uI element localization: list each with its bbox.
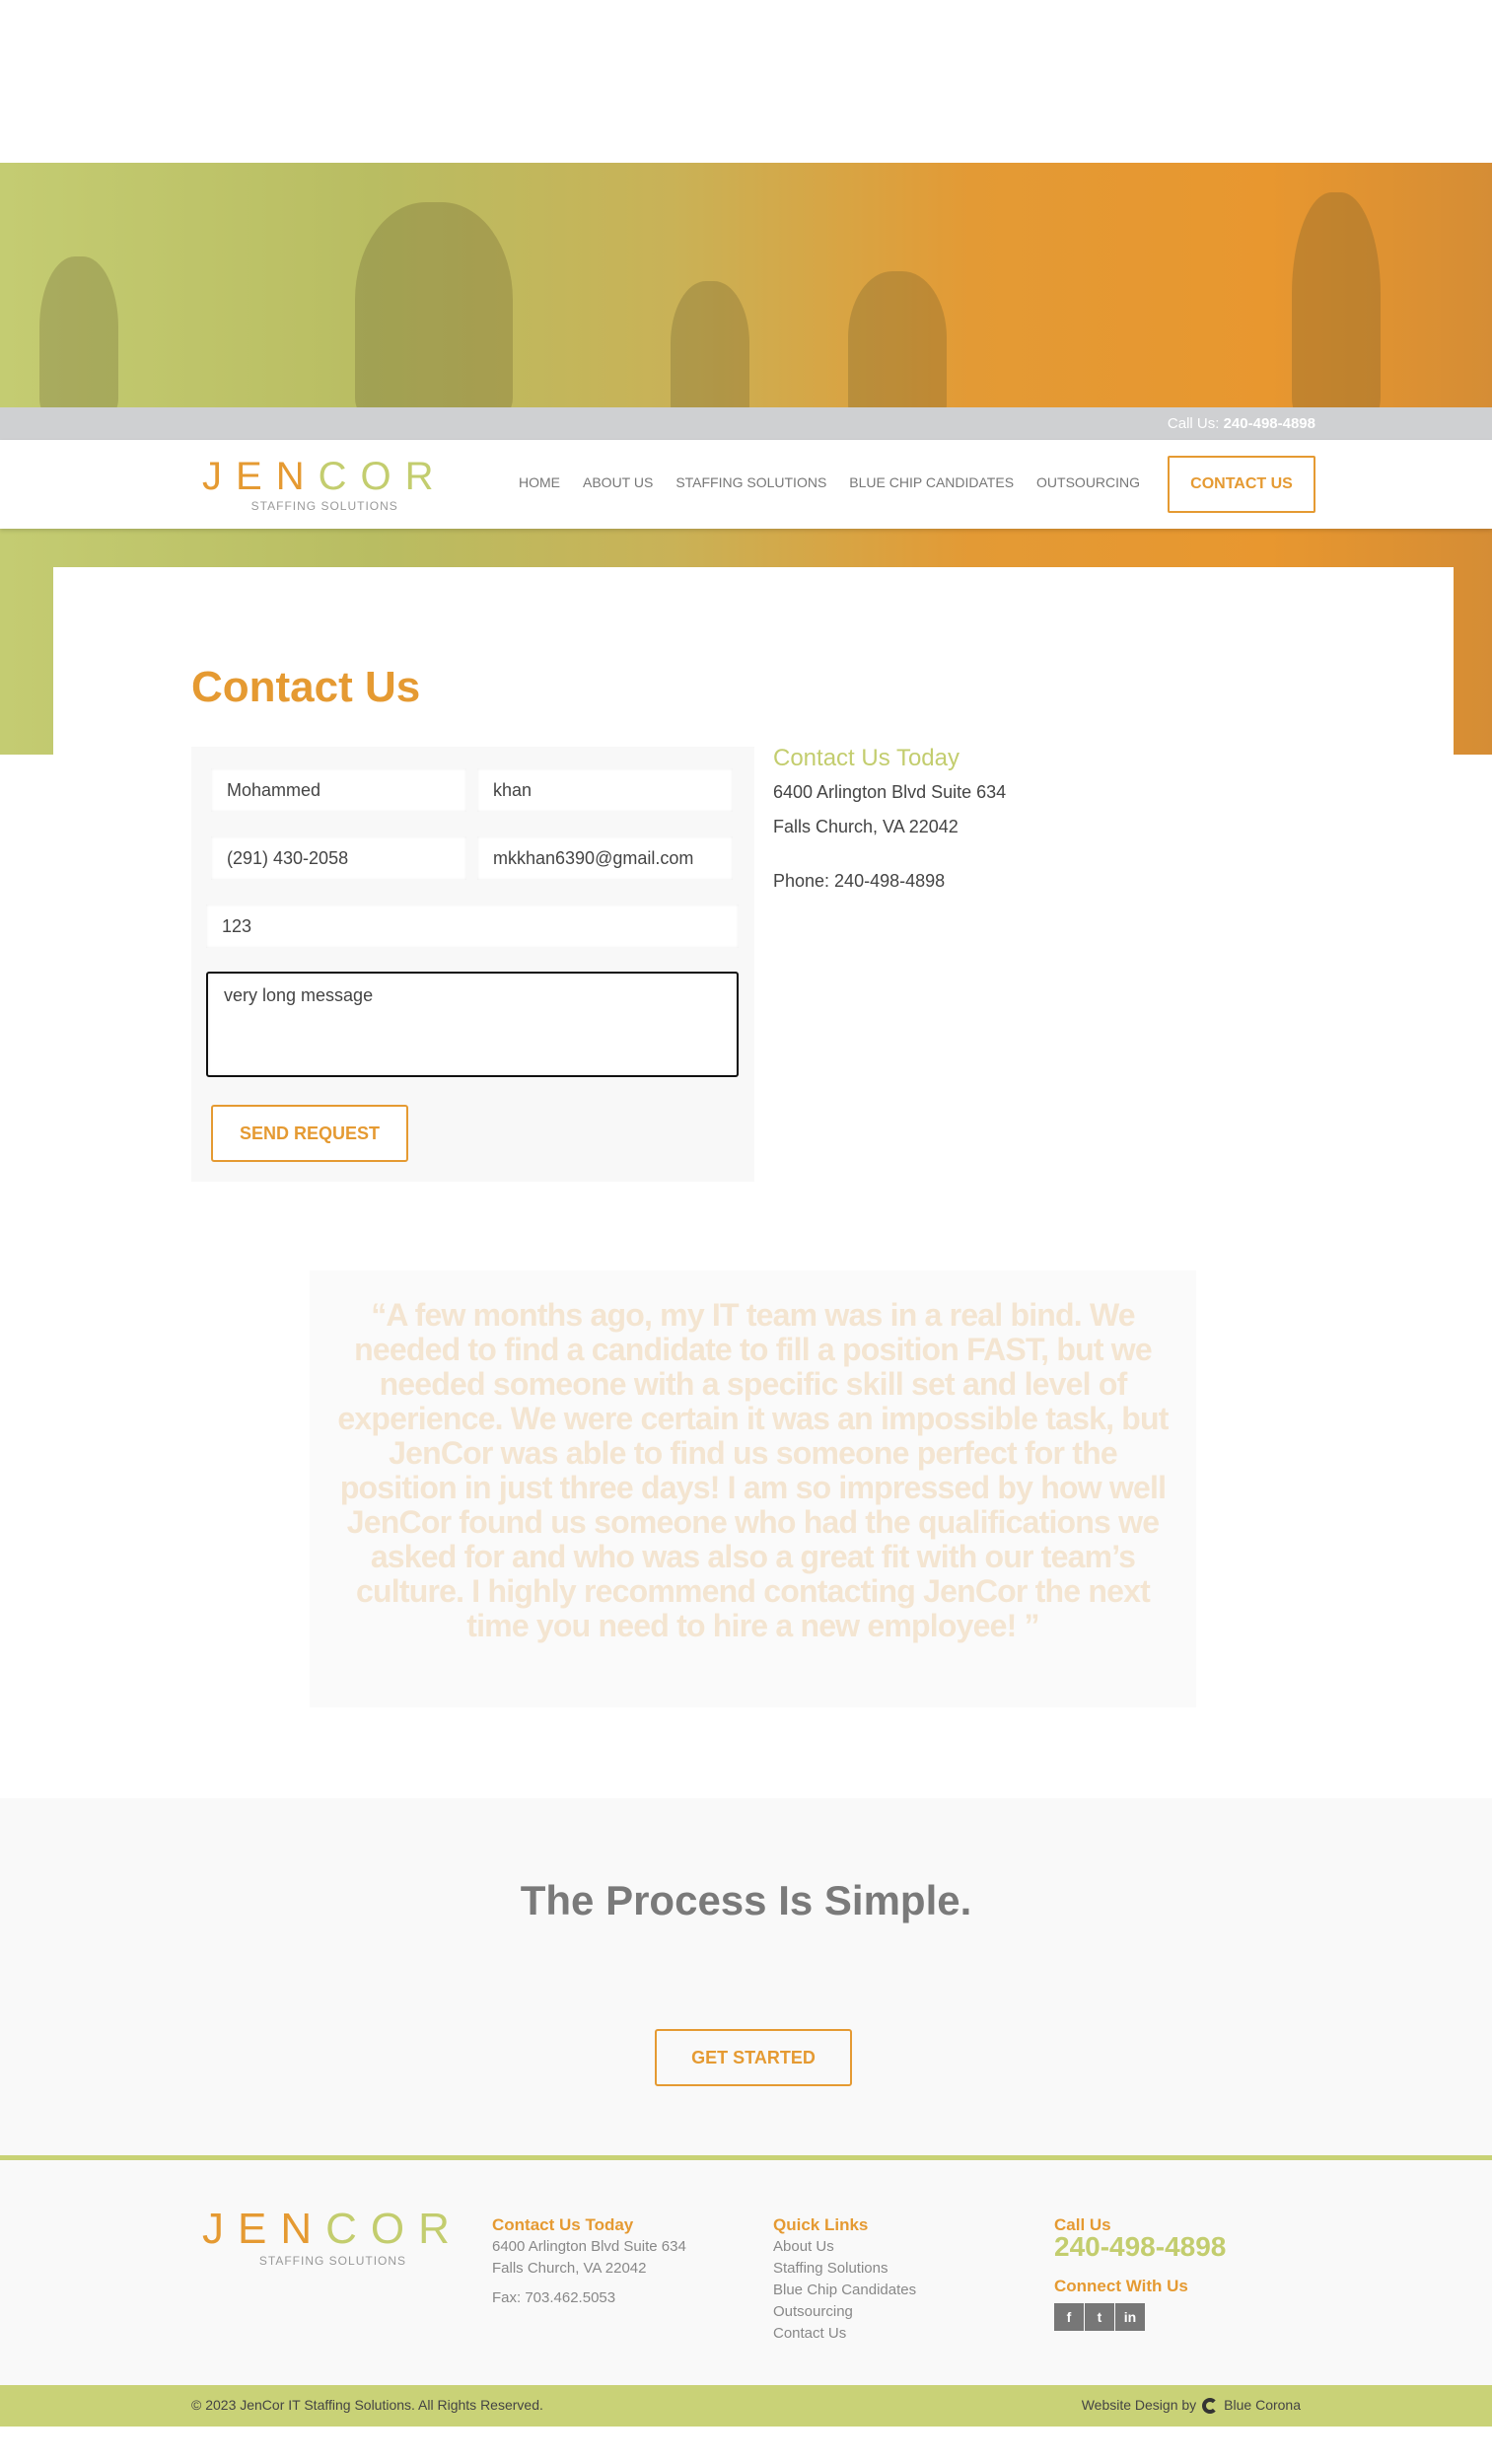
nav-about-us[interactable]: ABOUT US: [583, 474, 653, 490]
nav-contact-us-button[interactable]: CONTACT US: [1168, 456, 1315, 513]
footer-phone[interactable]: 240-498-4898: [1054, 2233, 1226, 2261]
facebook-icon[interactable]: f: [1054, 2303, 1084, 2331]
copyright: © 2023 JenCor IT Staffing Solutions. All…: [191, 2397, 543, 2413]
address-line-1: 6400 Arlington Blvd Suite 634: [773, 782, 1007, 802]
footer-link-blue-chip-candidates[interactable]: Blue Chip Candidates: [773, 2280, 916, 2301]
footer-link-about-us[interactable]: About Us: [773, 2236, 916, 2258]
blue-corona-logo-icon: [1202, 2398, 1219, 2415]
send-request-button[interactable]: SEND REQUEST: [211, 1105, 408, 1162]
process-section: The Process Is Simple. GET STARTED: [0, 1798, 1492, 2155]
design-credit[interactable]: Website Design by Blue Corona: [1082, 2397, 1301, 2415]
page-title: Contact Us: [191, 663, 421, 711]
top-bar: Call Us: 240-498-4898: [0, 407, 1492, 440]
message-textarea[interactable]: very long message: [206, 972, 739, 1077]
footer-address-2: Falls Church, VA 22042: [492, 2260, 647, 2277]
footer-logo[interactable]: JENCOR STAFFING SOLUTIONS: [202, 2205, 463, 2268]
contact-info-title: Contact Us Today: [773, 745, 959, 771]
company-input[interactable]: 123: [206, 905, 739, 948]
top-phone[interactable]: 240-498-4898: [1224, 415, 1315, 432]
contact-info: Contact Us Today 6400 Arlington Blvd Sui…: [773, 742, 1006, 899]
last-name-input[interactable]: khan: [477, 768, 733, 812]
testimonial: “A few months ago, my IT team was in a r…: [310, 1270, 1196, 1707]
nav-outsourcing[interactable]: OUTSOURCING: [1036, 474, 1140, 490]
nav-blue-chip-candidates[interactable]: BLUE CHIP CANDIDATES: [849, 474, 1014, 490]
footer-fax: Fax: 703.462.5053: [492, 2289, 616, 2306]
call-label: Call Us:: [1167, 415, 1220, 432]
process-title: The Process Is Simple.: [520, 1877, 972, 1923]
get-started-button[interactable]: GET STARTED: [655, 2029, 852, 2086]
logo[interactable]: JENCOR STAFFING SOLUTIONS: [202, 455, 447, 513]
footer-link-outsourcing[interactable]: Outsourcing: [773, 2301, 916, 2323]
connect-title: Connect With Us: [1054, 2277, 1188, 2295]
phone-input[interactable]: (291) 430-2058: [211, 836, 466, 880]
contact-phone: Phone: 240-498-4898: [773, 871, 946, 891]
email-input[interactable]: mkkhan6390@gmail.com: [477, 836, 733, 880]
nav-home[interactable]: HOME: [519, 474, 560, 490]
bottom-bar: © 2023 JenCor IT Staffing Solutions. All…: [0, 2385, 1492, 2427]
quick-links-title: Quick Links: [773, 2215, 869, 2234]
twitter-icon[interactable]: t: [1085, 2303, 1114, 2331]
footer-address-1: 6400 Arlington Blvd Suite 634: [492, 2238, 686, 2255]
footer-link-staffing-solutions[interactable]: Staffing Solutions: [773, 2258, 916, 2280]
footer: JENCOR STAFFING SOLUTIONS Contact Us Tod…: [0, 2155, 1492, 2385]
address-line-2: Falls Church, VA 22042: [773, 817, 959, 836]
footer-link-contact-us[interactable]: Contact Us: [773, 2323, 916, 2345]
first-name-input[interactable]: Mohammed: [211, 768, 466, 812]
linkedin-icon[interactable]: in: [1115, 2303, 1145, 2331]
footer-contact-title: Contact Us Today: [492, 2215, 634, 2234]
nav-staffing-solutions[interactable]: STAFFING SOLUTIONS: [675, 474, 826, 490]
